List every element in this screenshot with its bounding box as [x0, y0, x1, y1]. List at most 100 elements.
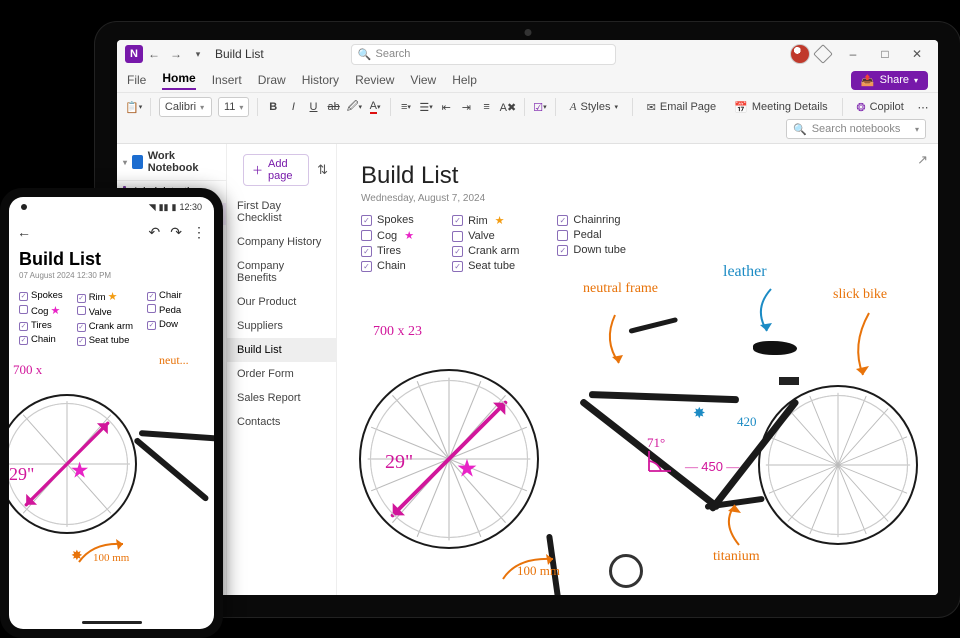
numbering-button[interactable]: ☰▾: [419, 97, 433, 117]
checklist-item[interactable]: ✓ Spokes: [361, 214, 414, 226]
more-button[interactable]: ⋮: [192, 224, 206, 241]
checkbox[interactable]: ✓: [452, 246, 463, 257]
checklist-item[interactable]: ✓Rim★: [77, 290, 133, 303]
checkbox[interactable]: [147, 304, 156, 313]
font-selector[interactable]: Calibri▾: [159, 97, 212, 117]
indent-button[interactable]: ⇥: [459, 97, 473, 117]
menu-view[interactable]: View: [410, 73, 436, 87]
page-item[interactable]: Contacts: [227, 410, 336, 434]
nav-dropdown-icon[interactable]: ▾: [187, 49, 209, 60]
checklist-item[interactable]: ✓ Seat tube: [452, 260, 519, 272]
checklist-item[interactable]: ✓Spokes: [19, 290, 63, 301]
back-button[interactable]: ←: [17, 224, 31, 240]
nav-back-icon[interactable]: ←: [143, 47, 165, 61]
nav-forward-icon[interactable]: →: [165, 47, 187, 61]
checkbox[interactable]: ✓: [557, 245, 568, 256]
menu-history[interactable]: History: [302, 73, 339, 87]
checklist-item[interactable]: ✓ Chain: [361, 260, 414, 272]
checkbox[interactable]: ✓: [361, 215, 372, 226]
page-item[interactable]: Build List: [227, 338, 336, 362]
menu-home[interactable]: Home: [162, 71, 195, 90]
add-page-button[interactable]: ＋ Add page: [243, 154, 309, 186]
underline-button[interactable]: U: [306, 97, 320, 117]
checkbox[interactable]: [557, 230, 568, 241]
checkbox[interactable]: ✓: [77, 337, 86, 346]
checklist-item[interactable]: ✓ Crank arm: [452, 245, 519, 257]
menu-help[interactable]: Help: [452, 73, 477, 87]
minimize-button[interactable]: ‒: [838, 43, 868, 65]
copilot-button[interactable]: ❂Copilot: [850, 99, 909, 116]
checklist-item[interactable]: Cog★: [361, 229, 414, 242]
checklist-item[interactable]: ✓Tires: [19, 320, 63, 331]
bullets-button[interactable]: ≡▾: [399, 97, 413, 117]
page-item[interactable]: First Day Checklist: [227, 194, 336, 230]
checklist-item[interactable]: ✓ Down tube: [557, 244, 626, 256]
close-button[interactable]: ✕: [902, 43, 932, 65]
menu-review[interactable]: Review: [355, 73, 394, 87]
checklist-item[interactable]: ✓ Chainring: [557, 214, 626, 226]
checkbox[interactable]: ✓: [147, 321, 156, 330]
checkbox[interactable]: ✓: [19, 322, 28, 331]
styles-button[interactable]: AStyles▾: [564, 99, 624, 115]
menu-insert[interactable]: Insert: [212, 73, 242, 87]
font-color-button[interactable]: A▾: [368, 97, 382, 117]
sort-pages-button[interactable]: ⇅: [317, 162, 328, 178]
clear-format-button[interactable]: A✖: [500, 97, 517, 117]
checklist-item[interactable]: ✓Chair: [147, 290, 182, 301]
checklist-item[interactable]: Valve: [77, 306, 133, 318]
checklist-item[interactable]: ✓Seat tube: [77, 335, 133, 346]
page-item[interactable]: Our Product: [227, 290, 336, 314]
font-size-selector[interactable]: 11▾: [218, 97, 249, 117]
more-button[interactable]: ⋯: [916, 97, 930, 117]
checklist-item[interactable]: ✓Dow: [147, 319, 182, 330]
checkbox[interactable]: ✓: [361, 246, 372, 257]
highlight-button[interactable]: 🖉▾: [347, 97, 362, 117]
checkbox[interactable]: ✓: [19, 292, 28, 301]
page-item[interactable]: Company Benefits: [227, 254, 336, 290]
checkbox[interactable]: ✓: [77, 323, 86, 332]
checkbox[interactable]: ✓: [361, 261, 372, 272]
checkbox[interactable]: [452, 231, 463, 242]
todo-tag-button[interactable]: ☑▾: [533, 97, 547, 117]
page-item[interactable]: Suppliers: [227, 314, 336, 338]
checklist[interactable]: ✓ Spokes Cog★ ✓ Tires ✓ Chain ✓ Rim★ Valve ✓…: [337, 214, 938, 272]
menu-file[interactable]: File: [127, 73, 146, 87]
page-title[interactable]: Build List: [337, 144, 938, 190]
phone-checklist[interactable]: ✓SpokesCog★✓Tires✓Chain✓Rim★Valve✓Crank …: [9, 280, 214, 346]
page-canvas[interactable]: ↗ Build List Wednesday, August 7, 2024 ✓…: [337, 144, 938, 595]
checkbox[interactable]: ✓: [452, 215, 463, 226]
checklist-item[interactable]: ✓ Tires: [361, 245, 414, 257]
checklist-item[interactable]: ✓Chain: [19, 334, 63, 345]
checkbox[interactable]: ✓: [19, 336, 28, 345]
checklist-item[interactable]: Peda: [147, 304, 182, 316]
align-button[interactable]: ≡: [479, 97, 493, 117]
checkbox[interactable]: ✓: [452, 261, 463, 272]
outdent-button[interactable]: ⇤: [439, 97, 453, 117]
strikethrough-button[interactable]: ab: [327, 97, 341, 117]
page-item[interactable]: Order Form: [227, 362, 336, 386]
checkbox[interactable]: [77, 306, 86, 315]
undo-button[interactable]: ↶: [149, 224, 161, 241]
paste-button[interactable]: 📋▾: [125, 97, 142, 117]
checkbox[interactable]: [361, 230, 372, 241]
premium-diamond-icon[interactable]: [813, 44, 833, 64]
checkbox[interactable]: ✓: [147, 292, 156, 301]
redo-button[interactable]: ↷: [170, 224, 182, 241]
email-page-button[interactable]: ✉Email Page: [641, 99, 722, 116]
expand-canvas-button[interactable]: ↗: [917, 152, 928, 168]
page-item[interactable]: Company History: [227, 230, 336, 254]
checklist-item[interactable]: Pedal: [557, 229, 626, 241]
search-notebooks-input[interactable]: 🔍 Search notebooks ▾: [786, 119, 926, 139]
checklist-item[interactable]: ✓ Rim★: [452, 214, 519, 227]
menu-draw[interactable]: Draw: [258, 73, 286, 87]
checkbox[interactable]: [19, 305, 28, 314]
bold-button[interactable]: B: [266, 97, 280, 117]
search-input[interactable]: 🔍 Search: [351, 44, 616, 65]
checklist-item[interactable]: Valve: [452, 230, 519, 242]
checkbox[interactable]: ✓: [77, 294, 86, 303]
phone-page-title[interactable]: Build List: [19, 249, 204, 270]
notebook-selector[interactable]: ▾ Work Notebook: [117, 144, 226, 181]
meeting-details-button[interactable]: 📅Meeting Details: [728, 99, 834, 116]
checklist-item[interactable]: Cog★: [19, 304, 63, 317]
maximize-button[interactable]: □: [870, 43, 900, 65]
